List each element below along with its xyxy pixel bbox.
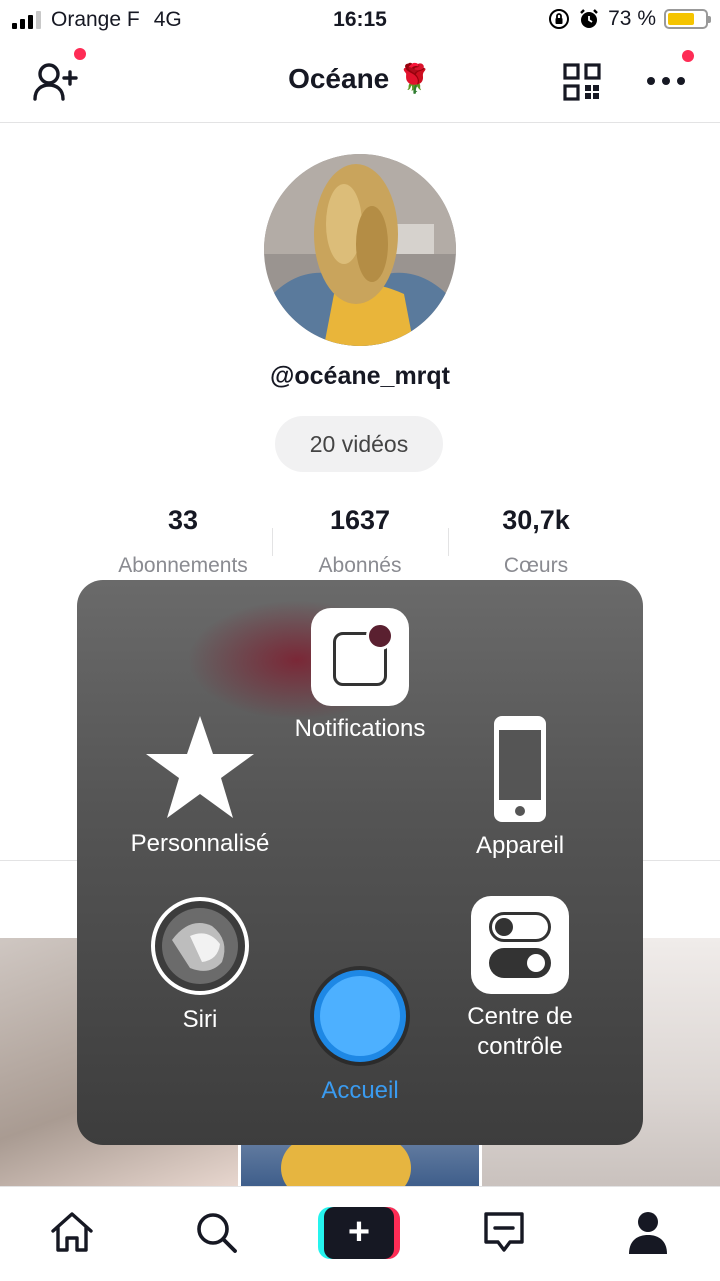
stat-followers[interactable]: 1637 Abonnés (275, 505, 445, 578)
notifications-icon (311, 608, 409, 706)
alarm-icon (580, 9, 598, 28)
star-icon (146, 716, 254, 818)
stat-label: Abonnés (318, 554, 402, 577)
profile-icon[interactable] (626, 1209, 670, 1260)
stat-label: Abonnements (118, 554, 248, 577)
orientation-lock-icon (549, 9, 570, 29)
menu-label: Centre de contrôle (467, 1003, 573, 1060)
menu-custom[interactable]: Personnalisé (100, 714, 300, 859)
page-title: Océane 🌹 (288, 63, 432, 94)
stat-label: Cœurs (503, 554, 569, 577)
stat-following[interactable]: 33 Abonnements (98, 505, 268, 578)
stat-value: 30,7k (502, 505, 570, 535)
device-icon (494, 716, 546, 822)
qr-code-icon[interactable] (563, 63, 601, 106)
assistive-touch-menu: Notifications Personnalisé Appareil Siri… (77, 580, 643, 1145)
menu-label: Appareil (475, 832, 565, 859)
menu-label: Accueil (321, 1077, 399, 1104)
inbox-icon[interactable] (482, 1209, 526, 1260)
menu-device[interactable]: Appareil (420, 714, 620, 861)
notification-dot (682, 50, 694, 62)
battery-icon (664, 9, 711, 29)
videos-count-pill[interactable]: 20 vidéos (275, 416, 443, 472)
battery-percent: 73 % (608, 7, 656, 30)
stat-separator (272, 528, 273, 556)
home-icon[interactable] (49, 1209, 95, 1260)
username: @océane_mrqt (270, 362, 450, 390)
more-icon[interactable] (646, 50, 694, 92)
create-button[interactable]: + (318, 1207, 400, 1259)
control-center-icon (471, 896, 569, 994)
status-right: 73 % (548, 7, 711, 31)
stat-value: 1637 (329, 505, 391, 535)
stat-value: 33 (167, 505, 199, 535)
home-button-icon (314, 970, 406, 1062)
stat-likes[interactable]: 30,7k Cœurs (451, 505, 621, 578)
search-icon[interactable] (193, 1209, 239, 1260)
create-icon: + (324, 1207, 394, 1259)
siri-icon (151, 897, 249, 995)
menu-control-center[interactable]: Centre de contrôle (420, 896, 620, 1062)
bottom-tab-bar: + (0, 1186, 720, 1281)
status-bar: Orange F 4G 16:15 73 % (0, 0, 720, 44)
stat-separator (448, 528, 449, 556)
profile-header: Océane 🌹 (0, 44, 720, 123)
avatar[interactable] (264, 154, 456, 346)
menu-label: Personnalisé (130, 830, 270, 857)
notification-dot (74, 48, 86, 60)
